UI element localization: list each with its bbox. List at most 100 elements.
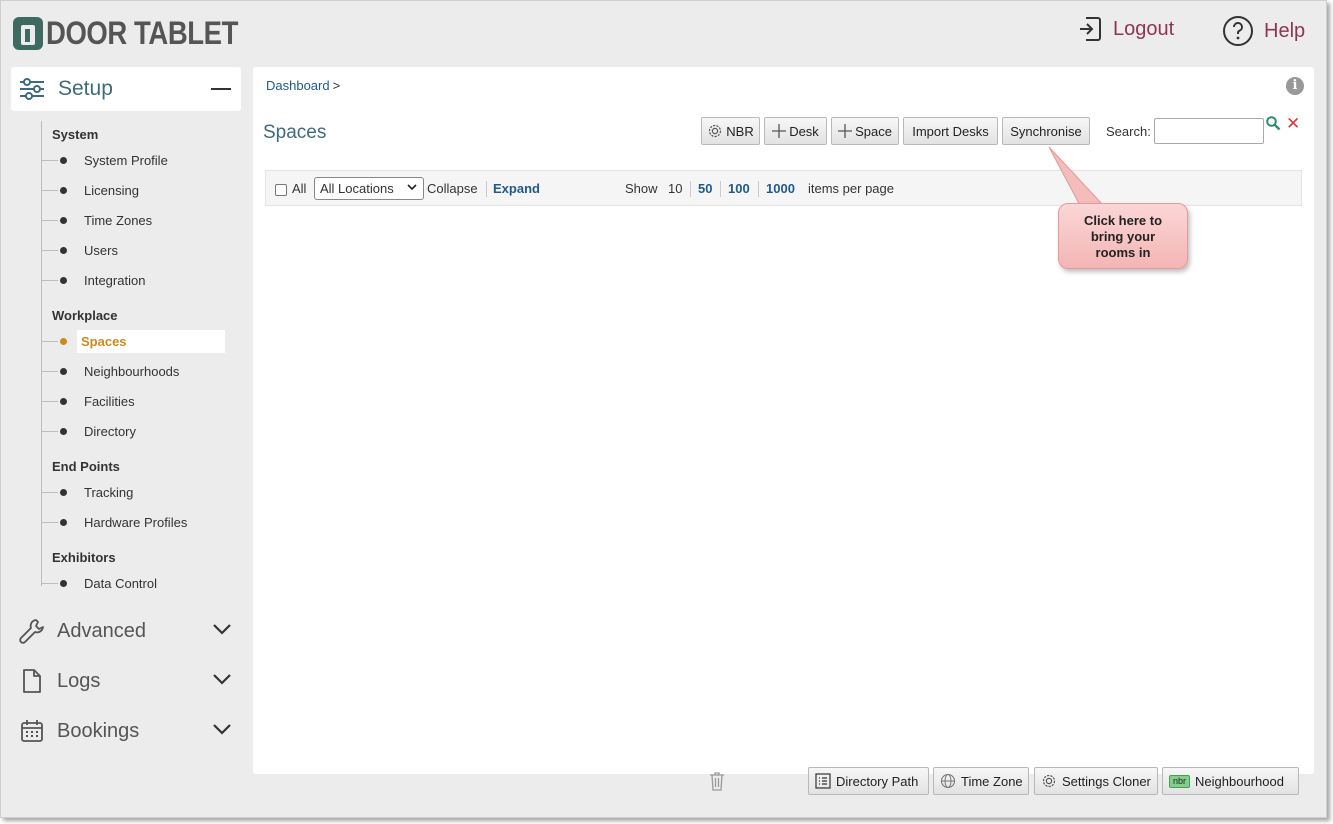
chevron-down-icon[interactable] — [212, 672, 232, 686]
show-label: Show — [625, 181, 658, 196]
chevron-down-icon — [407, 184, 417, 191]
section-title-system: System — [52, 127, 99, 142]
page-size-10: 10 — [668, 181, 683, 196]
main-panel: Dashboard > i Spaces NBR Desk Space Impor… — [253, 67, 1314, 774]
time-zone-label: Time Zone — [961, 773, 1023, 789]
neighbourhood-label: Neighbourhood — [1195, 773, 1284, 789]
logout-label: Logout — [1113, 17, 1175, 40]
trash-icon[interactable] — [709, 771, 725, 791]
help-label: Help — [1264, 19, 1306, 42]
page-size-100[interactable]: 100 — [728, 181, 750, 196]
nbr-badge: nbr — [1169, 774, 1191, 788]
help-link[interactable]: Help — [1222, 15, 1305, 47]
import-desks-button[interactable]: Import Desks — [903, 117, 998, 145]
sidebar-item-label: Directory — [84, 423, 137, 439]
nbr-button[interactable]: NBR — [701, 117, 760, 145]
file-icon — [23, 669, 41, 693]
section-title-end-points: End Points — [52, 459, 120, 474]
logout-icon — [1080, 17, 1101, 41]
divider — [690, 181, 691, 197]
door-tablet-logo-icon — [13, 17, 43, 50]
sidebar-item-label: Hardware Profiles — [84, 514, 188, 530]
collapse-minus-icon[interactable] — [211, 88, 231, 90]
plus-icon — [838, 124, 853, 138]
help-icon — [1223, 16, 1253, 46]
location-select[interactable]: All Locations — [314, 177, 424, 200]
wrench-icon — [19, 619, 44, 644]
sidebar-item-data-control[interactable]: Data Control — [42, 570, 227, 596]
sidebar-item-label: Spaces — [77, 329, 225, 353]
breadcrumb: Dashboard > — [266, 78, 340, 93]
add-desk-label: Desk — [789, 123, 819, 139]
calendar-icon — [21, 720, 43, 742]
divider — [720, 181, 721, 197]
expand-link[interactable]: Expand — [493, 181, 540, 196]
plus-icon — [772, 124, 787, 138]
add-desk-button[interactable]: Desk — [764, 117, 827, 145]
section-title-exhibitors: Exhibitors — [52, 550, 116, 565]
sidebar-item-time-zones[interactable]: Time Zones — [42, 207, 227, 233]
app-window: DOOR TABLET Logout Help Setup System Sys… — [0, 0, 1327, 818]
sidebar-item-directory[interactable]: Directory — [42, 418, 227, 444]
sidebar-item-label: Data Control — [84, 575, 157, 591]
callout-line-1: Click here to — [1083, 213, 1163, 228]
add-space-button[interactable]: Space — [831, 117, 899, 145]
select-all-checkbox[interactable] — [275, 184, 287, 196]
sidebar-item-label: Integration — [84, 272, 146, 288]
breadcrumb-separator: > — [332, 78, 341, 93]
add-space-label: Space — [855, 123, 892, 139]
gear-icon — [707, 123, 723, 139]
sidebar-item-spaces[interactable]: Spaces — [42, 328, 227, 354]
sidebar-item-label: Facilities — [84, 393, 135, 409]
chevron-down-icon[interactable] — [212, 622, 232, 636]
nbr-button-label: NBR — [726, 123, 754, 139]
logout-link[interactable]: Logout — [1077, 15, 1174, 43]
chevron-down-icon[interactable] — [212, 722, 232, 736]
settings-cloner-button[interactable]: Settings Cloner — [1034, 767, 1158, 795]
clear-search-icon[interactable]: ✕ — [1286, 116, 1300, 133]
sidebar-item-integration[interactable]: Integration — [42, 267, 227, 293]
settings-cloner-label: Settings Cloner — [1062, 773, 1151, 789]
globe-icon — [940, 773, 956, 789]
callout-line-2: bring your — [1090, 229, 1156, 244]
list-icon — [815, 773, 831, 789]
sidebar-item-hardware-profiles[interactable]: Hardware Profiles — [42, 509, 227, 535]
setup-tree: System System Profile Licensing Time Zon… — [41, 121, 241, 591]
collapse-link[interactable]: Collapse — [427, 181, 478, 196]
directory-path-label: Directory Path — [836, 773, 919, 789]
search-input[interactable] — [1154, 118, 1264, 144]
sidebar-item-label: Licensing — [84, 182, 139, 198]
sidebar-item-neighbourhoods[interactable]: Neighbourhoods — [42, 358, 227, 384]
sidebar-menu-label: Logs — [57, 669, 101, 692]
page-size-1000[interactable]: 1000 — [766, 181, 795, 196]
select-all-label: All — [292, 181, 307, 196]
setup-menu-header[interactable]: Setup — [11, 67, 241, 111]
setup-label: Setup — [58, 77, 113, 100]
breadcrumb-dashboard-link[interactable]: Dashboard — [266, 78, 330, 93]
callout-note: Click here to bring your rooms in — [1058, 203, 1188, 269]
sidebar-menu-bookings[interactable]: Bookings — [19, 716, 234, 746]
sidebar-item-tracking[interactable]: Tracking — [42, 479, 227, 505]
neighbourhood-button[interactable]: nbr Neighbourhood — [1162, 767, 1299, 795]
info-icon[interactable]: i — [1286, 77, 1304, 95]
list-toolbar: All All Locations Collapse Expand Show 1… — [265, 170, 1302, 206]
sidebar-item-licensing[interactable]: Licensing — [42, 177, 227, 203]
sidebar-menu-advanced[interactable]: Advanced — [19, 616, 234, 646]
page-size-50[interactable]: 50 — [698, 181, 712, 196]
sidebar-menu-logs[interactable]: Logs — [19, 666, 234, 696]
sidebar-item-label: Time Zones — [84, 212, 153, 228]
sidebar-item-system-profile[interactable]: System Profile — [42, 147, 227, 173]
sidebar-item-label: Tracking — [84, 484, 134, 500]
sliders-icon — [20, 78, 44, 100]
section-title-workplace: Workplace — [52, 308, 118, 323]
sidebar-item-users[interactable]: Users — [42, 237, 227, 263]
directory-path-button[interactable]: Directory Path — [808, 767, 929, 795]
sidebar-item-label: Users — [84, 242, 118, 258]
logo-text: DOOR TABLET — [46, 15, 238, 51]
divider — [486, 181, 487, 197]
page-title: Spaces — [263, 122, 327, 143]
time-zone-button[interactable]: Time Zone — [933, 767, 1029, 795]
sidebar-item-facilities[interactable]: Facilities — [42, 388, 227, 414]
sidebar-menu-label: Advanced — [57, 619, 146, 642]
search-icon[interactable] — [1265, 115, 1281, 131]
